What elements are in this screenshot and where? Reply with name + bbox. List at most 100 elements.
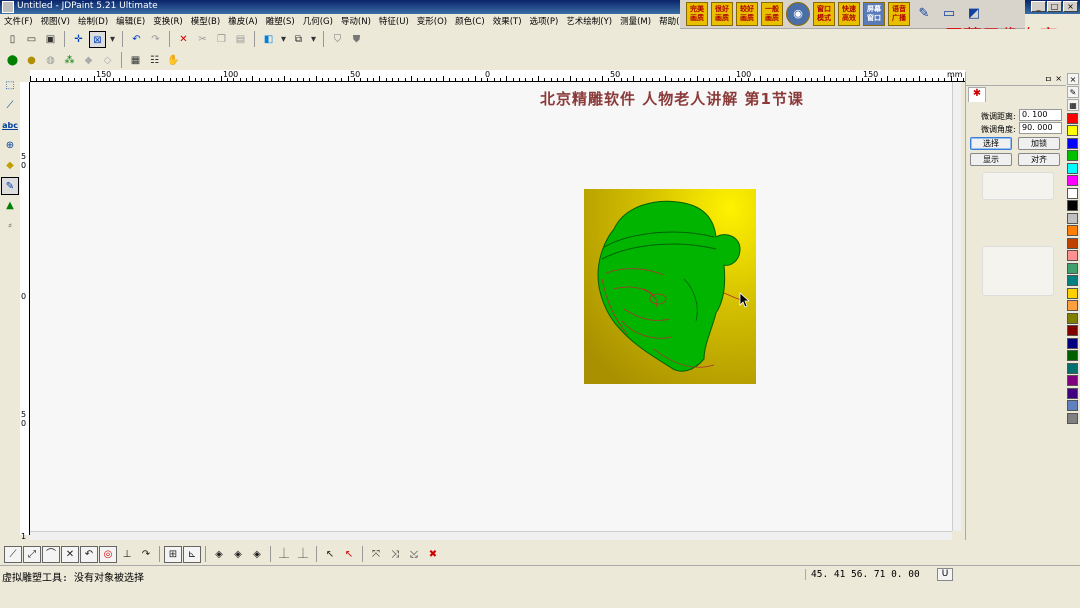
align-button[interactable]: 对齐 bbox=[1018, 153, 1060, 166]
horizontal-scrollbar[interactable] bbox=[30, 531, 952, 540]
plane-2-icon[interactable]: ⏊ bbox=[294, 546, 312, 563]
quality-button[interactable]: 语音广播 bbox=[888, 2, 910, 26]
open-folder-icon[interactable]: ▭ bbox=[23, 31, 40, 48]
menu-item[interactable]: 变换(R) bbox=[149, 14, 187, 29]
paste-icon[interactable]: ▤ bbox=[232, 31, 249, 48]
gray-tool-2-icon[interactable]: ◇ bbox=[99, 52, 116, 69]
color-swatch[interactable] bbox=[1067, 350, 1078, 361]
nudge-distance-field[interactable]: 0. 100 bbox=[1019, 109, 1062, 121]
hand-icon[interactable]: ✋ bbox=[165, 52, 182, 69]
drawing-canvas[interactable] bbox=[30, 82, 952, 531]
bulb-tool-icon[interactable]: ● bbox=[23, 52, 40, 69]
menu-item[interactable]: 导动(N) bbox=[337, 14, 375, 29]
color-swatch[interactable] bbox=[1067, 375, 1078, 386]
fill-tool-icon[interactable]: ▲ bbox=[1, 197, 19, 215]
menu-item[interactable]: 几何(G) bbox=[299, 14, 337, 29]
rect-select-icon[interactable]: ⬚ bbox=[1, 77, 19, 95]
pin-icon[interactable]: ㅁ bbox=[1045, 74, 1052, 85]
angle-snap-icon[interactable]: ⊾ bbox=[183, 545, 201, 563]
quality-button[interactable]: 很好画质 bbox=[711, 2, 733, 26]
menu-item[interactable]: 颜色(C) bbox=[451, 14, 489, 29]
color-swatch[interactable] bbox=[1067, 337, 1078, 349]
color-swatch[interactable] bbox=[1067, 312, 1078, 324]
color-fill-icon[interactable]: ◧ bbox=[260, 31, 277, 48]
eraser-icon[interactable]: ◆ bbox=[1, 157, 19, 175]
shield-icon[interactable]: ⛉ bbox=[329, 31, 346, 48]
color-swatch[interactable] bbox=[1067, 200, 1078, 211]
menu-item[interactable]: 选项(P) bbox=[526, 14, 563, 29]
select-box-icon[interactable]: ⊠ bbox=[89, 30, 106, 48]
grid-settings-icon[interactable]: ☷ bbox=[146, 52, 163, 69]
color-swatch[interactable] bbox=[1067, 137, 1078, 149]
color-swatch[interactable] bbox=[1067, 250, 1078, 261]
redo-icon[interactable]: ↷ bbox=[147, 31, 164, 48]
palette-close-icon[interactable]: × bbox=[1067, 73, 1079, 85]
brush-tool-icon[interactable]: ⬤ bbox=[4, 52, 21, 69]
menu-item[interactable]: 雕塑(S) bbox=[262, 14, 299, 29]
color-swatch[interactable] bbox=[1067, 412, 1078, 424]
menu-item[interactable]: 特征(U) bbox=[375, 14, 413, 29]
smudge-tool-icon[interactable]: ◍ bbox=[42, 52, 59, 69]
unit-indicator[interactable]: U bbox=[937, 568, 953, 581]
grid-snap-icon[interactable]: ⊞ bbox=[164, 545, 182, 563]
menu-item[interactable]: 测量(M) bbox=[616, 14, 655, 29]
intersect-snap-icon[interactable]: ✕ bbox=[61, 545, 79, 563]
pick-cursor-icon[interactable]: ↖ bbox=[321, 546, 339, 563]
show-button[interactable]: 显示 bbox=[970, 153, 1012, 166]
dropdown-arrow-icon[interactable]: ▾ bbox=[309, 31, 318, 48]
menu-item[interactable]: 编辑(E) bbox=[112, 14, 149, 29]
color-swatch[interactable] bbox=[1067, 262, 1078, 274]
save-icon[interactable]: ▣ bbox=[42, 31, 59, 48]
select-button[interactable]: 选择 bbox=[970, 137, 1012, 150]
menu-item[interactable]: 视图(V) bbox=[37, 14, 74, 29]
color-swatch[interactable] bbox=[1067, 300, 1078, 311]
cut-icon[interactable]: ✂ bbox=[194, 31, 211, 48]
color-swatch[interactable] bbox=[1067, 175, 1078, 186]
line-snap-icon[interactable]: ⟋ bbox=[4, 545, 22, 563]
lock-button[interactable]: 加锁 bbox=[1018, 137, 1060, 150]
perpendicular-snap-icon[interactable]: ⊥ bbox=[118, 546, 136, 563]
transform-2-icon[interactable]: ⤨ bbox=[386, 546, 404, 563]
new-file-icon[interactable]: ▯ bbox=[4, 31, 21, 48]
menu-item[interactable]: 效果(T) bbox=[489, 14, 526, 29]
menu-item[interactable]: 橡皮(A) bbox=[224, 14, 261, 29]
pen-icon[interactable]: ✎ bbox=[913, 2, 935, 26]
panel-close-icon[interactable]: × bbox=[1055, 74, 1062, 83]
color-swatch[interactable] bbox=[1067, 112, 1078, 124]
arc-snap-icon[interactable]: ⌒ bbox=[42, 545, 60, 563]
delete-icon[interactable]: ✕ bbox=[175, 31, 192, 48]
diamond-snap-icon[interactable]: ◈ bbox=[210, 546, 228, 563]
menu-item[interactable]: 文件(F) bbox=[0, 14, 37, 29]
color-swatch[interactable] bbox=[1067, 387, 1078, 399]
minimize-button[interactable]: _ bbox=[1031, 1, 1046, 12]
maximize-button[interactable]: □ bbox=[1047, 1, 1062, 12]
color-swatch[interactable] bbox=[1067, 225, 1078, 236]
dropdown-arrow-icon[interactable]: ▾ bbox=[108, 31, 117, 48]
color-swatch[interactable] bbox=[1067, 187, 1078, 199]
vertical-scrollbar[interactable] bbox=[952, 82, 961, 531]
panel-tab-icon[interactable]: ✱ bbox=[968, 87, 986, 102]
color-swatch[interactable] bbox=[1067, 400, 1078, 411]
node-edit-icon[interactable]: ⟋ bbox=[1, 97, 19, 115]
measure-tool-icon[interactable]: ⸗ bbox=[1, 217, 19, 235]
copy-icon[interactable]: ❐ bbox=[213, 31, 230, 48]
menu-item[interactable]: 模型(B) bbox=[187, 14, 224, 29]
pick-remove-icon[interactable]: ↖ bbox=[340, 546, 358, 563]
diamond-snap-2-icon[interactable]: ◈ bbox=[229, 546, 247, 563]
quality-button[interactable]: 屏幕窗口 bbox=[863, 2, 885, 26]
transform-3-icon[interactable]: ⤩ bbox=[405, 546, 423, 563]
pen-color-icon[interactable]: ✎ bbox=[1067, 86, 1079, 98]
transform-icon[interactable]: ⤧ bbox=[367, 546, 385, 563]
face-relief-image[interactable] bbox=[584, 189, 756, 384]
color-swatch[interactable] bbox=[1067, 362, 1078, 374]
quality-button[interactable]: 窗口模式 bbox=[813, 2, 835, 26]
sculpt-pen-icon[interactable]: ✎ bbox=[1, 177, 19, 195]
curve-snap-icon[interactable]: ↶ bbox=[80, 545, 98, 563]
quality-button[interactable]: ◉ bbox=[786, 2, 810, 26]
plane-icon[interactable]: ⏊ bbox=[275, 546, 293, 563]
dropdown-arrow-icon[interactable]: ▾ bbox=[279, 31, 288, 48]
undo-icon[interactable]: ↶ bbox=[128, 31, 145, 48]
multi-brush-icon[interactable]: ⁂ bbox=[61, 52, 78, 69]
quality-button[interactable]: 快速高效 bbox=[838, 2, 860, 26]
gray-tool-icon[interactable]: ◆ bbox=[80, 52, 97, 69]
